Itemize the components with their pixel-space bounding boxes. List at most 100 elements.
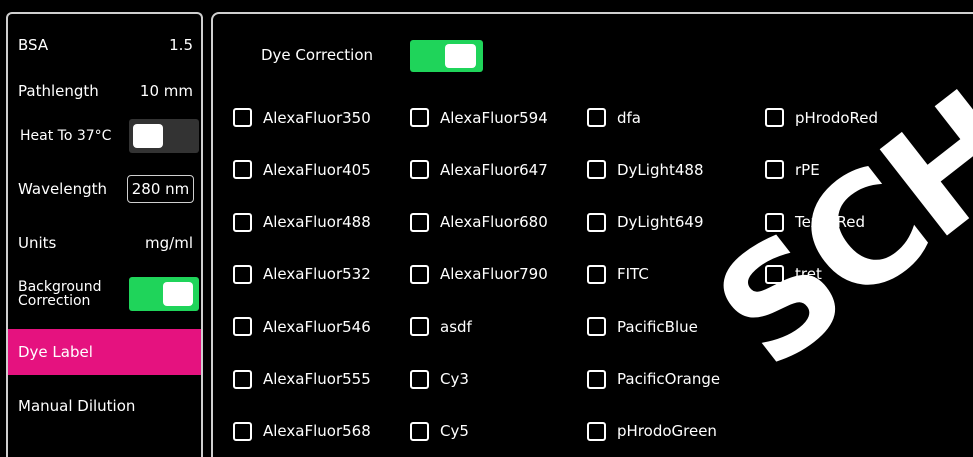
checkbox-icon[interactable] <box>587 264 606 284</box>
dye-checkbox-item[interactable]: AlexaFluor488 <box>233 212 371 232</box>
checkbox-icon[interactable] <box>765 160 784 180</box>
wavelength-row: Wavelength 280 nm <box>8 174 201 204</box>
checkbox-icon[interactable] <box>233 264 252 284</box>
heat-row: Heat To 37°C <box>8 119 201 153</box>
toggle-knob <box>445 44 476 68</box>
wavelength-label: Wavelength <box>18 180 107 198</box>
dye-checkbox-label: asdf <box>440 317 472 336</box>
manual-dilution-item[interactable]: Manual Dilution <box>8 386 201 426</box>
checkbox-icon[interactable] <box>410 108 429 127</box>
checkbox-icon[interactable] <box>765 212 784 232</box>
dye-checkbox-label: FITC <box>617 265 649 284</box>
dye-checkbox-item[interactable]: AlexaFluor555 <box>233 369 371 389</box>
checkbox-icon[interactable] <box>587 108 606 127</box>
dye-checkbox-label: tret <box>795 265 822 284</box>
checkbox-icon[interactable] <box>233 212 252 232</box>
dye-checkbox-label: AlexaFluor568 <box>263 422 371 441</box>
checkbox-icon[interactable] <box>410 369 429 389</box>
checkbox-icon[interactable] <box>410 212 429 232</box>
dye-checkbox-label: rPE <box>795 160 820 179</box>
dye-checkbox-item[interactable]: Cy3 <box>410 369 469 389</box>
units-row[interactable]: Units mg/ml <box>8 234 201 252</box>
dye-checkbox-label: TexasRed <box>795 213 865 232</box>
dye-checkbox-item[interactable]: pHrodoRed <box>765 108 878 127</box>
checkbox-icon[interactable] <box>233 108 252 127</box>
dye-checkbox-label: AlexaFluor405 <box>263 160 371 179</box>
dye-checkbox-item[interactable]: TexasRed <box>765 212 865 232</box>
dye-checkbox-label: AlexaFluor680 <box>440 213 548 232</box>
dye-checkbox-item[interactable]: AlexaFluor680 <box>410 212 548 232</box>
dye-checkbox-item[interactable]: PacificOrange <box>587 369 721 389</box>
checkbox-icon[interactable] <box>233 421 252 441</box>
dye-checkbox-item[interactable]: tret <box>765 264 822 284</box>
dye-checkbox-item[interactable]: FITC <box>587 264 649 284</box>
dye-panel: SCHE Dye Correction AlexaFluor350 AlexaFl… <box>211 12 973 457</box>
dye-checkbox-item[interactable]: PacificBlue <box>587 317 698 337</box>
watermark-logo: SCHE <box>685 12 973 402</box>
dye-checkbox-label: AlexaFluor790 <box>440 265 548 284</box>
settings-sidebar: BSA 1.5 Pathlength 10 mm Heat To 37°C Wa… <box>6 12 203 457</box>
checkbox-icon[interactable] <box>587 421 606 441</box>
checkbox-icon[interactable] <box>587 369 606 389</box>
wavelength-field[interactable]: 280 nm <box>127 175 194 203</box>
checkbox-icon[interactable] <box>587 317 606 337</box>
units-value: mg/ml <box>145 234 193 252</box>
checkbox-icon[interactable] <box>410 317 429 337</box>
checkbox-icon[interactable] <box>233 160 252 180</box>
dye-correction-toggle[interactable] <box>410 40 483 72</box>
units-label: Units <box>18 234 57 252</box>
dye-checkbox-label: Cy3 <box>440 370 469 388</box>
dye-label-text: Dye Label <box>18 343 93 361</box>
dye-checkbox-label: PacificOrange <box>617 370 721 388</box>
manual-dilution-text: Manual Dilution <box>18 397 136 415</box>
bsa-label: BSA <box>18 36 49 54</box>
background-correction-toggle[interactable] <box>129 277 199 311</box>
bsa-value: 1.5 <box>169 36 193 54</box>
dye-checkbox-item[interactable]: dfa <box>587 108 641 127</box>
dye-checkbox-item[interactable]: rPE <box>765 160 820 180</box>
dye-checkbox-label: Cy5 <box>440 422 469 441</box>
dye-checkbox-label: DyLight649 <box>617 213 704 232</box>
checkbox-icon[interactable] <box>765 108 784 127</box>
checkbox-icon[interactable] <box>410 421 429 441</box>
checkbox-icon[interactable] <box>233 369 252 389</box>
dye-label-item[interactable]: Dye Label <box>8 329 201 375</box>
dye-checkbox-label: AlexaFluor532 <box>263 265 371 284</box>
background-correction-row: Background Correction <box>8 276 201 312</box>
dye-checkbox-label: PacificBlue <box>617 317 698 336</box>
dye-checkbox-label: AlexaFluor555 <box>263 370 371 388</box>
dye-checkbox-item[interactable]: AlexaFluor790 <box>410 264 548 284</box>
dye-checkbox-item[interactable]: AlexaFluor532 <box>233 264 371 284</box>
dye-checkbox-item[interactable]: DyLight488 <box>587 160 704 180</box>
bsa-row[interactable]: BSA 1.5 <box>8 36 201 54</box>
dye-checkbox-label: pHrodoGreen <box>617 422 717 441</box>
dye-checkbox-item[interactable]: asdf <box>410 317 472 337</box>
dye-checkbox-item[interactable]: DyLight649 <box>587 212 704 232</box>
checkbox-icon[interactable] <box>587 212 606 232</box>
toggle-knob <box>133 124 163 148</box>
dye-checkbox-item[interactable]: pHrodoGreen <box>587 421 717 441</box>
dye-checkbox-item[interactable]: AlexaFluor405 <box>233 160 371 180</box>
pathlength-value: 10 mm <box>139 82 193 100</box>
dye-checkbox-label: AlexaFluor647 <box>440 160 548 179</box>
dye-checkbox-label: dfa <box>617 108 641 127</box>
dye-correction-label: Dye Correction <box>261 46 374 64</box>
background-label-line2: Correction <box>18 293 91 309</box>
dye-checkbox-item[interactable]: AlexaFluor647 <box>410 160 548 180</box>
checkbox-icon[interactable] <box>410 264 429 284</box>
dye-checkbox-item[interactable]: AlexaFluor594 <box>410 108 548 127</box>
heat-toggle[interactable] <box>129 119 199 153</box>
dye-checkbox-label: AlexaFluor594 <box>440 108 548 127</box>
checkbox-icon[interactable] <box>410 160 429 180</box>
dye-checkbox-item[interactable]: AlexaFluor568 <box>233 421 371 441</box>
pathlength-row[interactable]: Pathlength 10 mm <box>8 82 201 100</box>
toggle-knob <box>163 282 193 306</box>
checkbox-icon[interactable] <box>233 317 252 337</box>
dye-checkbox-item[interactable]: Cy5 <box>410 421 469 441</box>
background-label-line1: Background <box>18 279 102 295</box>
checkbox-icon[interactable] <box>765 264 784 284</box>
dye-checkbox-label: pHrodoRed <box>795 108 879 127</box>
dye-checkbox-item[interactable]: AlexaFluor350 <box>233 108 371 127</box>
checkbox-icon[interactable] <box>587 160 606 180</box>
dye-checkbox-item[interactable]: AlexaFluor546 <box>233 317 371 337</box>
